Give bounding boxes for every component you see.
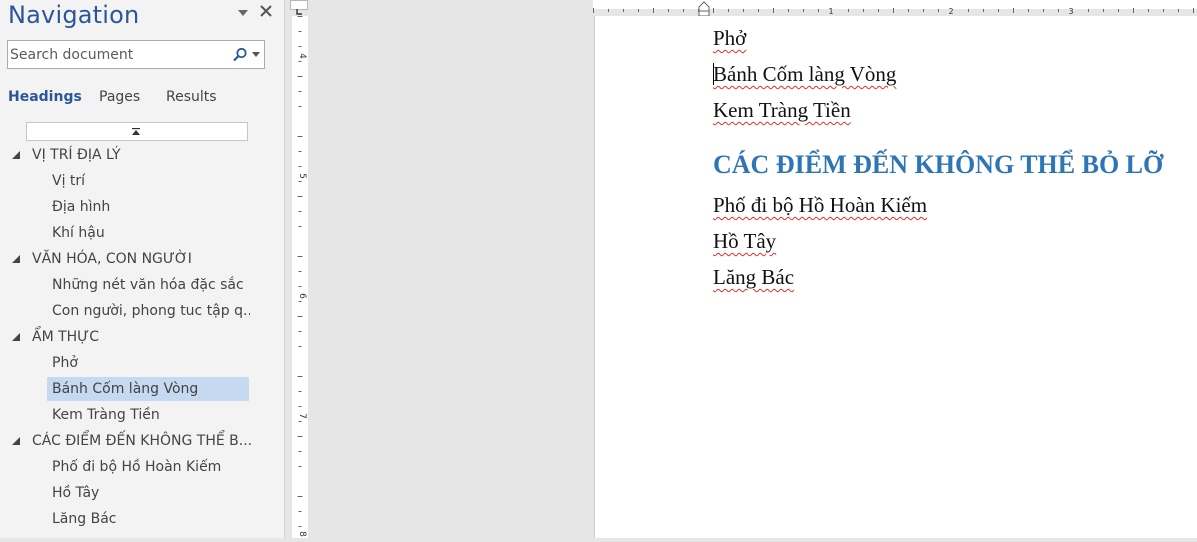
ruler-number: 8: [297, 531, 307, 537]
heading-item-lang-bac[interactable]: Lăng Bác: [52, 507, 250, 531]
collapse-triangle-icon[interactable]: [11, 254, 21, 264]
tab-pages[interactable]: Pages: [99, 89, 140, 105]
document-page[interactable]: [594, 16, 1197, 538]
text-cursor: [713, 63, 714, 85]
heading-item-dia-hinh[interactable]: Địa hình: [52, 195, 250, 219]
ruler-number: 6: [297, 293, 307, 299]
heading-item-vi-tri[interactable]: Vị trí: [52, 169, 250, 193]
navigation-title: Navigation: [8, 1, 140, 29]
pane-options-icon[interactable]: [236, 6, 250, 20]
horizontal-ruler-ticks: 1 2 3: [593, 7, 1194, 16]
document-line-lang-bac[interactable]: Lăng Bác: [713, 265, 794, 290]
document-line-kem-trang-tien[interactable]: Kem Tràng Tiền: [713, 98, 851, 123]
heading-item-ho-tay[interactable]: Hồ Tây: [52, 481, 250, 505]
tab-results[interactable]: Results: [166, 89, 217, 105]
collapse-triangle-icon[interactable]: [11, 150, 21, 160]
heading-item-am-thuc[interactable]: ẨM THỰC: [32, 325, 252, 349]
heading-item-van-hoa-con-nguoi[interactable]: VĂN HÓA, CON NGƯỜI: [32, 247, 252, 271]
search-options-chevron-icon[interactable]: [252, 52, 260, 58]
heading-item-pho-di-bo[interactable]: Phố đi bộ Hồ Hoàn Kiếm: [52, 455, 250, 479]
ruler-number: 4: [297, 53, 307, 59]
heading-item-banh-com-lang-vong[interactable]: Bánh Cốm làng Vòng: [47, 377, 249, 401]
document-heading[interactable]: CÁC ĐIỂM ĐẾN KHÔNG THỂ BỎ LỠ: [713, 150, 1163, 180]
navigation-pane: Navigation Headings Pages Results VỊ TRÍ…: [0, 0, 285, 538]
heading-item-kem-trang-tien[interactable]: Kem Tràng Tiền: [52, 403, 250, 427]
ruler-number: 7: [297, 413, 307, 419]
heading-item-cac-diem-den[interactable]: CÁC ĐIỂM ĐẾN KHÔNG THỂ B...: [32, 429, 252, 453]
heading-item-vi-tri-dia-ly[interactable]: VỊ TRÍ ĐỊA LÝ: [32, 143, 252, 167]
search-input[interactable]: [10, 44, 220, 65]
vertical-ruler[interactable]: 4 5 6 7 8: [292, 16, 308, 538]
heading-item-nhung-net-van-hoa[interactable]: Những nét văn hóa đặc sắc: [52, 273, 250, 297]
ruler-number: 2: [948, 7, 953, 15]
document-line-ho-tay[interactable]: Hồ Tây: [713, 229, 776, 254]
scroll-up-button[interactable]: [26, 122, 248, 141]
vertical-ruler-ticks: 4 5 6 7 8: [297, 16, 307, 537]
ruler-number: 5: [297, 173, 307, 179]
horizontal-ruler[interactable]: 1 2 3: [593, 0, 1197, 16]
search-icon[interactable]: [232, 47, 248, 63]
search-box[interactable]: [7, 40, 265, 69]
left-tab-icon: [296, 9, 302, 15]
document-line-pho-di-bo[interactable]: Phố đi bộ Hồ Hoàn Kiếm: [713, 193, 927, 218]
ruler-number: 3: [1068, 7, 1073, 15]
scroll-up-icon: [132, 128, 140, 135]
tab-headings[interactable]: Headings: [8, 89, 82, 105]
collapse-triangle-icon[interactable]: [11, 436, 21, 446]
collapse-triangle-icon[interactable]: [11, 332, 21, 342]
ruler-number: 1: [828, 7, 833, 15]
document-line-pho[interactable]: Phở: [713, 26, 746, 51]
tab-selector-button[interactable]: [290, 0, 308, 15]
heading-item-con-nguoi-phong-tuc[interactable]: Con người, phong tuc tập q...: [52, 299, 250, 323]
close-icon[interactable]: [258, 3, 274, 19]
heading-item-pho[interactable]: Phở: [52, 351, 250, 375]
document-line-banh-com[interactable]: Bánh Cốm làng Vòng: [713, 62, 896, 87]
indent-marker-icon[interactable]: [698, 1, 710, 17]
heading-item-khi-hau[interactable]: Khí hậu: [52, 221, 250, 245]
